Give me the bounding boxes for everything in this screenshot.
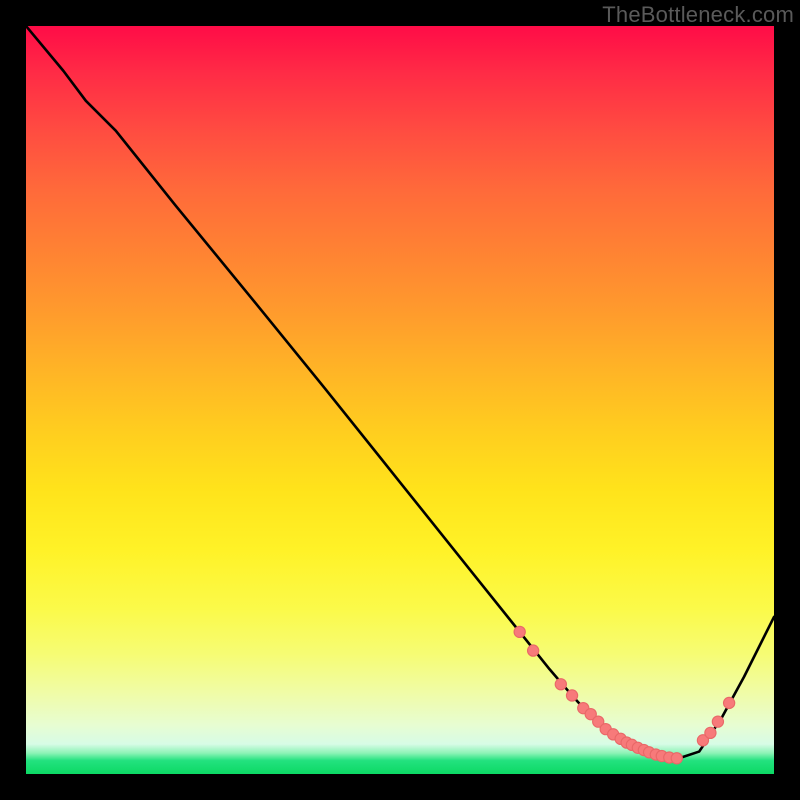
plot-area — [26, 26, 774, 774]
data-point — [671, 753, 682, 764]
data-point — [528, 645, 539, 656]
chart-frame: TheBottleneck.com — [0, 0, 800, 800]
data-points-group — [514, 626, 735, 764]
data-point — [514, 626, 525, 637]
data-point — [712, 716, 723, 727]
data-point — [705, 727, 716, 738]
bottleneck-curve — [26, 26, 774, 759]
data-point — [555, 679, 566, 690]
chart-svg — [26, 26, 774, 774]
data-point — [566, 690, 577, 701]
data-point — [724, 697, 735, 708]
watermark-text: TheBottleneck.com — [602, 2, 794, 28]
